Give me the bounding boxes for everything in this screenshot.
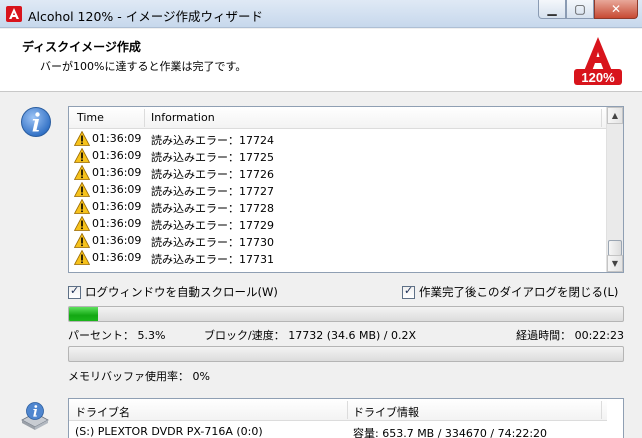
logo-text: 120% — [581, 70, 615, 85]
drive-capacity: 容量: 653.7 MB / 334670 / 74:22:20 — [353, 427, 548, 438]
table-row[interactable]: 01:36:09 読み込みエラー：17724 — [69, 130, 607, 147]
log-info: 読み込みエラー：17730 — [151, 236, 274, 249]
warning-icon — [74, 165, 90, 180]
log-time: 01:36:09 — [92, 234, 142, 247]
close-button[interactable]: ✕ — [594, 0, 638, 19]
warning-icon — [74, 148, 90, 163]
warning-icon — [74, 216, 90, 231]
maximize-icon: ▢ — [574, 2, 586, 16]
buffer-bar — [68, 346, 624, 362]
drive-info-icon — [21, 402, 49, 430]
log-rows: 01:36:09 読み込みエラー：17724 01:36:09 読み込みエラー：… — [69, 130, 607, 266]
log-time: 01:36:09 — [92, 166, 142, 179]
scroll-down-icon: ▼ — [611, 259, 619, 268]
log-time: 01:36:09 — [92, 183, 142, 196]
drive-name: (S:) PLEXTOR DVDR PX-716A (0:0) — [75, 425, 263, 438]
log-time: 01:36:09 — [92, 149, 142, 162]
drive-row[interactable]: (S:) PLEXTOR DVDR PX-716A (0:0) 容量: 653.… — [69, 424, 607, 438]
warning-icon — [74, 182, 90, 197]
page-title: ディスクイメージ作成 — [22, 40, 141, 54]
progress-bar — [68, 306, 624, 322]
checkbox-box[interactable] — [68, 284, 81, 299]
elapsed-time-text: 経過時間： 00:22:23 — [516, 329, 624, 342]
close-dialog-checkbox[interactable]: 作業完了後このダイアログを閉じる(L) — [402, 284, 618, 300]
log-time: 01:36:09 — [92, 251, 142, 264]
percent-text: パーセント： 5.3% — [68, 329, 166, 342]
table-row[interactable]: 01:36:09 読み込みエラー：17727 — [69, 181, 607, 198]
scroll-thumb[interactable] — [608, 240, 622, 256]
table-row[interactable]: 01:36:09 読み込みエラー：17731 — [69, 249, 607, 266]
log-time: 01:36:09 — [92, 217, 142, 230]
minimize-button[interactable]: ▁ — [538, 0, 566, 19]
log-listview[interactable]: Time Information 01:36:09 読み込みエラー：17724 … — [68, 106, 624, 273]
log-time: 01:36:09 — [92, 132, 142, 145]
drive-listview[interactable]: ドライブ名 ドライブ情報 (S:) PLEXTOR DVDR PX-716A (… — [68, 398, 624, 438]
wizard-header: ディスクイメージ作成 バーが100%に達すると作業は完了です。 120% — [0, 29, 642, 92]
log-info: 読み込みエラー：17724 — [151, 134, 274, 147]
log-info: 読み込みエラー：17725 — [151, 151, 274, 164]
column-drive-name[interactable]: ドライブ名 — [75, 404, 130, 420]
log-header: Time Information — [69, 107, 607, 129]
buffer-usage-text: メモリバッファ使用率： 0% — [68, 370, 210, 383]
drive-header: ドライブ名 ドライブ情報 — [69, 399, 607, 421]
alcohol-app-icon — [6, 6, 22, 22]
checkbox-box[interactable] — [402, 284, 415, 299]
alcohol-logo: 120% — [574, 37, 622, 85]
autoscroll-checkbox[interactable]: ログウィンドウを自動スクロール(W) — [68, 284, 278, 300]
progress-fill — [69, 307, 99, 321]
info-icon — [21, 107, 51, 137]
log-scrollbar[interactable]: ▲ ▼ — [606, 107, 623, 272]
column-information[interactable]: Information — [151, 111, 215, 124]
table-row[interactable]: 01:36:09 読み込みエラー：17726 — [69, 164, 607, 181]
window-title: Alcohol 120% - イメージ作成ウィザード — [28, 9, 264, 24]
close-dialog-label: 作業完了後このダイアログを閉じる(L) — [419, 285, 619, 299]
column-drive-info[interactable]: ドライブ情報 — [353, 404, 419, 420]
table-row[interactable]: 01:36:09 読み込みエラー：17730 — [69, 232, 607, 249]
close-icon: ✕ — [610, 2, 622, 16]
title-bar[interactable]: Alcohol 120% - イメージ作成ウィザード ▁ ▢ ✕ — [0, 0, 642, 28]
page-subtitle: バーが100%に達すると作業は完了です。 — [40, 60, 247, 73]
minimize-icon: ▁ — [547, 2, 557, 16]
log-info: 読み込みエラー：17727 — [151, 185, 274, 198]
log-info: 読み込みエラー：17728 — [151, 202, 274, 215]
log-info: 読み込みエラー：17729 — [151, 219, 274, 232]
autoscroll-label: ログウィンドウを自動スクロール(W) — [85, 285, 278, 299]
column-time[interactable]: Time — [77, 111, 104, 124]
table-row[interactable]: 01:36:09 読み込みエラー：17728 — [69, 198, 607, 215]
warning-icon — [74, 233, 90, 248]
maximize-button[interactable]: ▢ — [566, 0, 594, 19]
scroll-down-button[interactable]: ▼ — [607, 255, 623, 272]
log-info: 読み込みエラー：17731 — [151, 253, 274, 266]
warning-icon — [74, 131, 90, 146]
table-row[interactable]: 01:36:09 読み込みエラー：17725 — [69, 147, 607, 164]
table-row[interactable]: 01:36:09 読み込みエラー：17729 — [69, 215, 607, 232]
log-info: 読み込みエラー：17726 — [151, 168, 274, 181]
warning-icon — [74, 250, 90, 265]
scroll-up-icon: ▲ — [611, 111, 619, 120]
warning-icon — [74, 199, 90, 214]
log-time: 01:36:09 — [92, 200, 142, 213]
scroll-up-button[interactable]: ▲ — [607, 107, 623, 124]
block-speed-text: ブロック/速度： 17732 (34.6 MB) / 0.2X — [204, 329, 417, 342]
